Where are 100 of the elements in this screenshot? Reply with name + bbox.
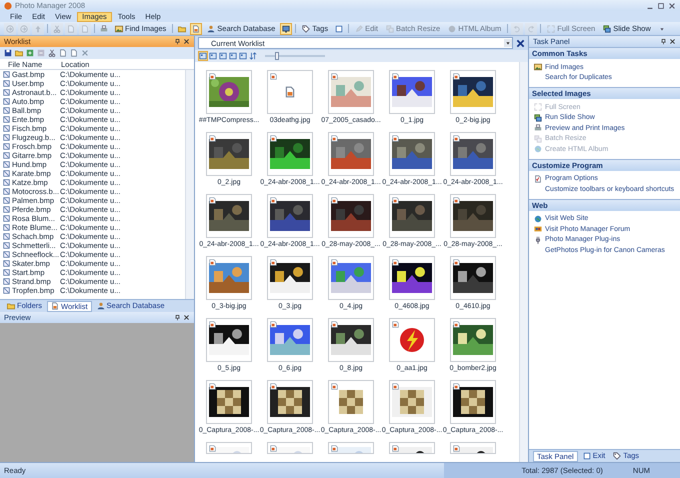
close-icon[interactable] bbox=[183, 314, 190, 321]
view-mode-icon[interactable] bbox=[229, 52, 237, 60]
scissors-icon[interactable] bbox=[48, 49, 56, 57]
monitor-icon[interactable] bbox=[280, 22, 292, 34]
thumbnail[interactable] bbox=[328, 194, 374, 238]
view-mode-icon[interactable] bbox=[239, 52, 247, 60]
thumbnail[interactable] bbox=[389, 194, 435, 238]
pin-icon[interactable] bbox=[660, 38, 667, 45]
thumbnail[interactable] bbox=[328, 256, 374, 300]
globe-icon bbox=[448, 24, 456, 32]
plug-icon bbox=[534, 236, 542, 244]
thumbnail[interactable] bbox=[267, 132, 313, 176]
file-icon bbox=[3, 125, 10, 132]
view-mode-icon[interactable] bbox=[219, 52, 227, 60]
printer-icon[interactable] bbox=[98, 22, 110, 34]
fullscreen-icon bbox=[547, 24, 556, 32]
file-icon bbox=[3, 242, 10, 249]
thumbnail[interactable] bbox=[328, 380, 374, 424]
thumbnail[interactable] bbox=[206, 70, 252, 114]
scrollbar[interactable] bbox=[185, 70, 194, 299]
file-icon bbox=[3, 134, 10, 141]
thumbnail[interactable] bbox=[206, 132, 252, 176]
add-icon[interactable] bbox=[26, 49, 34, 57]
thumbnail[interactable] bbox=[267, 318, 313, 362]
close-icon[interactable] bbox=[183, 38, 190, 45]
file-badge-icon bbox=[331, 73, 338, 80]
globe-icon bbox=[534, 214, 542, 223]
file-icon bbox=[3, 287, 10, 294]
file-badge-icon bbox=[209, 321, 216, 328]
thumbnail[interactable] bbox=[389, 132, 435, 176]
close-icon[interactable] bbox=[668, 2, 676, 10]
file-icon bbox=[3, 98, 10, 105]
zoom-slider[interactable] bbox=[265, 52, 325, 60]
file-icon bbox=[3, 260, 10, 267]
thumbnail[interactable] bbox=[206, 194, 252, 238]
thumbnail[interactable] bbox=[206, 442, 252, 454]
thumbnail[interactable] bbox=[267, 380, 313, 424]
thumbnail[interactable] bbox=[328, 318, 374, 362]
thumbnail[interactable] bbox=[389, 318, 435, 362]
document-icon[interactable] bbox=[190, 22, 202, 34]
file-badge-icon bbox=[209, 135, 216, 142]
view-mode-icon[interactable] bbox=[209, 52, 217, 60]
pencil-icon bbox=[355, 24, 364, 32]
file-icon bbox=[3, 269, 10, 276]
sort-icon[interactable] bbox=[249, 52, 257, 60]
thumbnail[interactable] bbox=[206, 318, 252, 362]
file-icon bbox=[3, 206, 10, 213]
maximize-icon[interactable] bbox=[657, 2, 665, 10]
view-mode-icon[interactable] bbox=[199, 52, 207, 60]
file-badge-icon bbox=[453, 321, 460, 328]
people-icon bbox=[534, 225, 542, 234]
thumbnail[interactable] bbox=[389, 442, 435, 454]
thumbnail[interactable] bbox=[206, 380, 252, 424]
thumbnail[interactable] bbox=[328, 132, 374, 176]
thumbnail[interactable] bbox=[328, 442, 374, 454]
file-badge-icon bbox=[453, 197, 460, 204]
thumbnail[interactable] bbox=[267, 70, 313, 114]
document-icon bbox=[51, 302, 60, 310]
file-icon bbox=[3, 143, 10, 150]
file-icon bbox=[3, 215, 10, 222]
file-badge-icon bbox=[392, 197, 399, 204]
file-badge-icon bbox=[453, 259, 460, 266]
checklist-icon bbox=[534, 174, 542, 183]
file-icon bbox=[3, 161, 10, 168]
folder-icon[interactable] bbox=[15, 49, 23, 57]
dropdown-arrow-icon[interactable] bbox=[504, 39, 512, 47]
thumbnail[interactable] bbox=[389, 380, 435, 424]
thumbnail[interactable] bbox=[450, 380, 496, 424]
thumbnail[interactable] bbox=[267, 194, 313, 238]
scrollbar[interactable] bbox=[519, 62, 528, 462]
save-icon[interactable] bbox=[4, 49, 12, 57]
file-badge-icon bbox=[209, 383, 216, 390]
thumbnail[interactable] bbox=[267, 442, 313, 454]
thumbnail[interactable] bbox=[267, 256, 313, 300]
thumbnail[interactable] bbox=[450, 194, 496, 238]
thumbnail[interactable] bbox=[328, 70, 374, 114]
pin-icon[interactable] bbox=[174, 314, 181, 321]
pin-icon[interactable] bbox=[174, 38, 181, 45]
file-icon bbox=[3, 89, 10, 96]
file-badge-icon bbox=[270, 321, 277, 328]
slideshow-icon bbox=[603, 24, 612, 32]
file-badge-icon bbox=[331, 135, 338, 142]
file-badge-icon bbox=[331, 197, 338, 204]
thumbnail[interactable] bbox=[389, 256, 435, 300]
thumbnail[interactable] bbox=[450, 132, 496, 176]
file-badge-icon bbox=[453, 445, 460, 452]
close-icon[interactable] bbox=[516, 38, 525, 48]
close-icon[interactable] bbox=[669, 38, 676, 45]
file-icon bbox=[3, 278, 10, 285]
file-badge-icon bbox=[392, 73, 399, 80]
thumbnail[interactable] bbox=[450, 442, 496, 454]
picture-icon bbox=[534, 63, 542, 72]
file-badge-icon bbox=[392, 135, 399, 142]
thumbnail[interactable] bbox=[450, 70, 496, 114]
file-icon bbox=[3, 179, 10, 186]
thumbnail[interactable] bbox=[450, 256, 496, 300]
thumbnail[interactable] bbox=[206, 256, 252, 300]
file-badge-icon bbox=[331, 383, 338, 390]
thumbnail[interactable] bbox=[389, 70, 435, 114]
thumbnail[interactable] bbox=[450, 318, 496, 362]
